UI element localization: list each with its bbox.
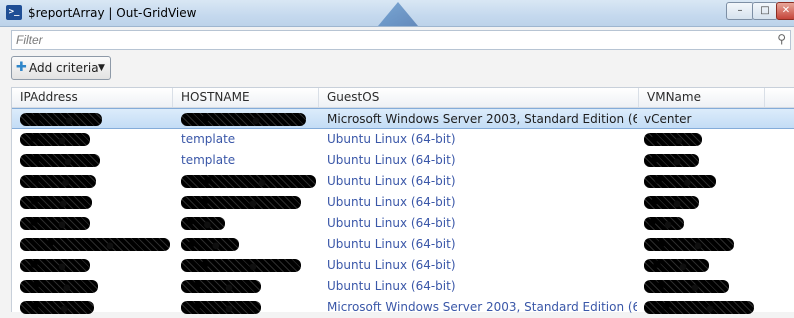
cell-hostname: template — [181, 153, 236, 167]
cell-hostname — [181, 234, 317, 255]
title-bar: >_ $reportArray | Out-GridView – □ ✕ — [0, 0, 794, 27]
redacted-text — [20, 280, 98, 293]
cell-vmname — [644, 129, 762, 150]
cell-vmname — [644, 297, 762, 318]
table-row[interactable]: Ubuntu Linux (64-bit) — [12, 171, 794, 192]
redacted-text — [181, 217, 225, 230]
redacted-text — [20, 301, 94, 314]
cell-ipaddress — [20, 150, 170, 171]
cell-ipaddress — [20, 171, 170, 192]
window-title: $reportArray | Out-GridView — [28, 6, 197, 20]
table-row[interactable]: Ubuntu Linux (64-bit) — [12, 234, 794, 255]
maximize-button[interactable]: □ — [752, 2, 778, 20]
cell-vmname — [644, 171, 762, 192]
table-row[interactable]: Microsoft Windows Server 2003, Standard … — [12, 108, 794, 129]
redacted-text — [181, 259, 301, 272]
redacted-text — [20, 154, 100, 167]
cell-vmname — [644, 276, 762, 297]
redacted-text — [20, 175, 96, 188]
grid-header: IPAddress HOSTNAME GuestOS VMName — [12, 88, 794, 108]
cell-hostname — [181, 213, 317, 234]
cell-ipaddress — [20, 109, 170, 130]
redacted-text — [644, 196, 699, 209]
cell-guestos: Ubuntu Linux (64-bit) — [327, 195, 456, 209]
cell-ipaddress — [20, 255, 170, 276]
cell-guestos: Ubuntu Linux (64-bit) — [327, 153, 456, 167]
redacted-text — [644, 301, 754, 314]
table-row[interactable]: template Ubuntu Linux (64-bit) — [12, 129, 794, 150]
redacted-text — [20, 259, 90, 272]
column-header-guestos[interactable]: GuestOS — [319, 88, 639, 107]
cell-guestos: Ubuntu Linux (64-bit) — [327, 237, 456, 251]
cell-vmname — [644, 213, 762, 234]
redacted-text — [20, 238, 170, 251]
cell-hostname: template — [181, 132, 236, 146]
background-decoration — [378, 2, 418, 26]
table-row[interactable]: Ubuntu Linux (64-bit) — [12, 276, 794, 297]
table-row[interactable]: Microsoft Windows Server 2003, Standard … — [12, 297, 794, 318]
cell-ipaddress — [20, 276, 170, 297]
cell-ipaddress — [20, 234, 170, 255]
cell-vmname — [644, 234, 762, 255]
redacted-text — [644, 238, 734, 251]
table-row[interactable]: Ubuntu Linux (64-bit) — [12, 192, 794, 213]
redacted-text — [644, 154, 699, 167]
cell-hostname — [181, 276, 317, 297]
redacted-text — [181, 301, 261, 314]
minimize-button[interactable]: – — [726, 2, 754, 20]
redacted-text — [181, 196, 301, 209]
cell-guestos: Ubuntu Linux (64-bit) — [327, 216, 456, 230]
search-icon[interactable]: ⚲ — [777, 32, 786, 46]
cell-guestos: Microsoft Windows Server 2003, Standard … — [327, 112, 637, 126]
redacted-text — [644, 280, 729, 293]
chevron-down-icon: ▼ — [98, 63, 105, 73]
redacted-text — [20, 113, 102, 126]
table-row[interactable]: template Ubuntu Linux (64-bit) — [12, 150, 794, 171]
redacted-text — [20, 196, 92, 209]
redacted-text — [181, 280, 261, 293]
column-header-vmname[interactable]: VMName — [639, 88, 765, 107]
powershell-icon: >_ — [6, 5, 22, 20]
cell-vmname — [644, 192, 762, 213]
redacted-text — [181, 238, 239, 251]
cell-hostname — [181, 109, 317, 130]
filter-box: ⚲ — [11, 30, 791, 50]
cell-hostname — [181, 171, 317, 192]
close-button[interactable]: ✕ — [776, 2, 794, 20]
redacted-text — [644, 175, 716, 188]
column-header-ipaddress[interactable]: IPAddress — [12, 88, 173, 107]
cell-ipaddress — [20, 213, 170, 234]
cell-hostname — [181, 297, 317, 318]
cell-ipaddress — [20, 129, 170, 150]
redacted-text — [181, 113, 306, 126]
redacted-text — [644, 217, 684, 230]
cell-guestos: Ubuntu Linux (64-bit) — [327, 132, 456, 146]
add-criteria-label: Add criteria — [29, 61, 99, 75]
redacted-text — [181, 175, 316, 188]
redacted-text — [644, 133, 702, 146]
cell-guestos: Ubuntu Linux (64-bit) — [327, 279, 456, 293]
redacted-text — [644, 259, 709, 272]
cell-ipaddress — [20, 192, 170, 213]
cell-vmname — [644, 150, 762, 171]
cell-vmname: vCenter — [644, 112, 692, 126]
table-row[interactable]: Ubuntu Linux (64-bit) — [12, 255, 794, 276]
table-row[interactable]: Ubuntu Linux (64-bit) — [12, 213, 794, 234]
cell-guestos: Ubuntu Linux (64-bit) — [327, 258, 456, 272]
plus-icon: ✚ — [16, 60, 27, 75]
cell-ipaddress — [20, 297, 170, 318]
cell-guestos: Ubuntu Linux (64-bit) — [327, 174, 456, 188]
redacted-text — [20, 217, 90, 230]
cell-guestos: Microsoft Windows Server 2003, Standard … — [327, 300, 637, 314]
redacted-text — [20, 133, 90, 146]
cell-hostname — [181, 192, 317, 213]
cell-vmname — [644, 255, 762, 276]
column-header-hostname[interactable]: HOSTNAME — [173, 88, 319, 107]
filter-input[interactable] — [12, 31, 780, 49]
cell-hostname — [181, 255, 317, 276]
add-criteria-button[interactable]: ✚ Add criteria ▼ — [11, 56, 111, 80]
results-grid: IPAddress HOSTNAME GuestOS VMName Micros… — [11, 87, 794, 314]
